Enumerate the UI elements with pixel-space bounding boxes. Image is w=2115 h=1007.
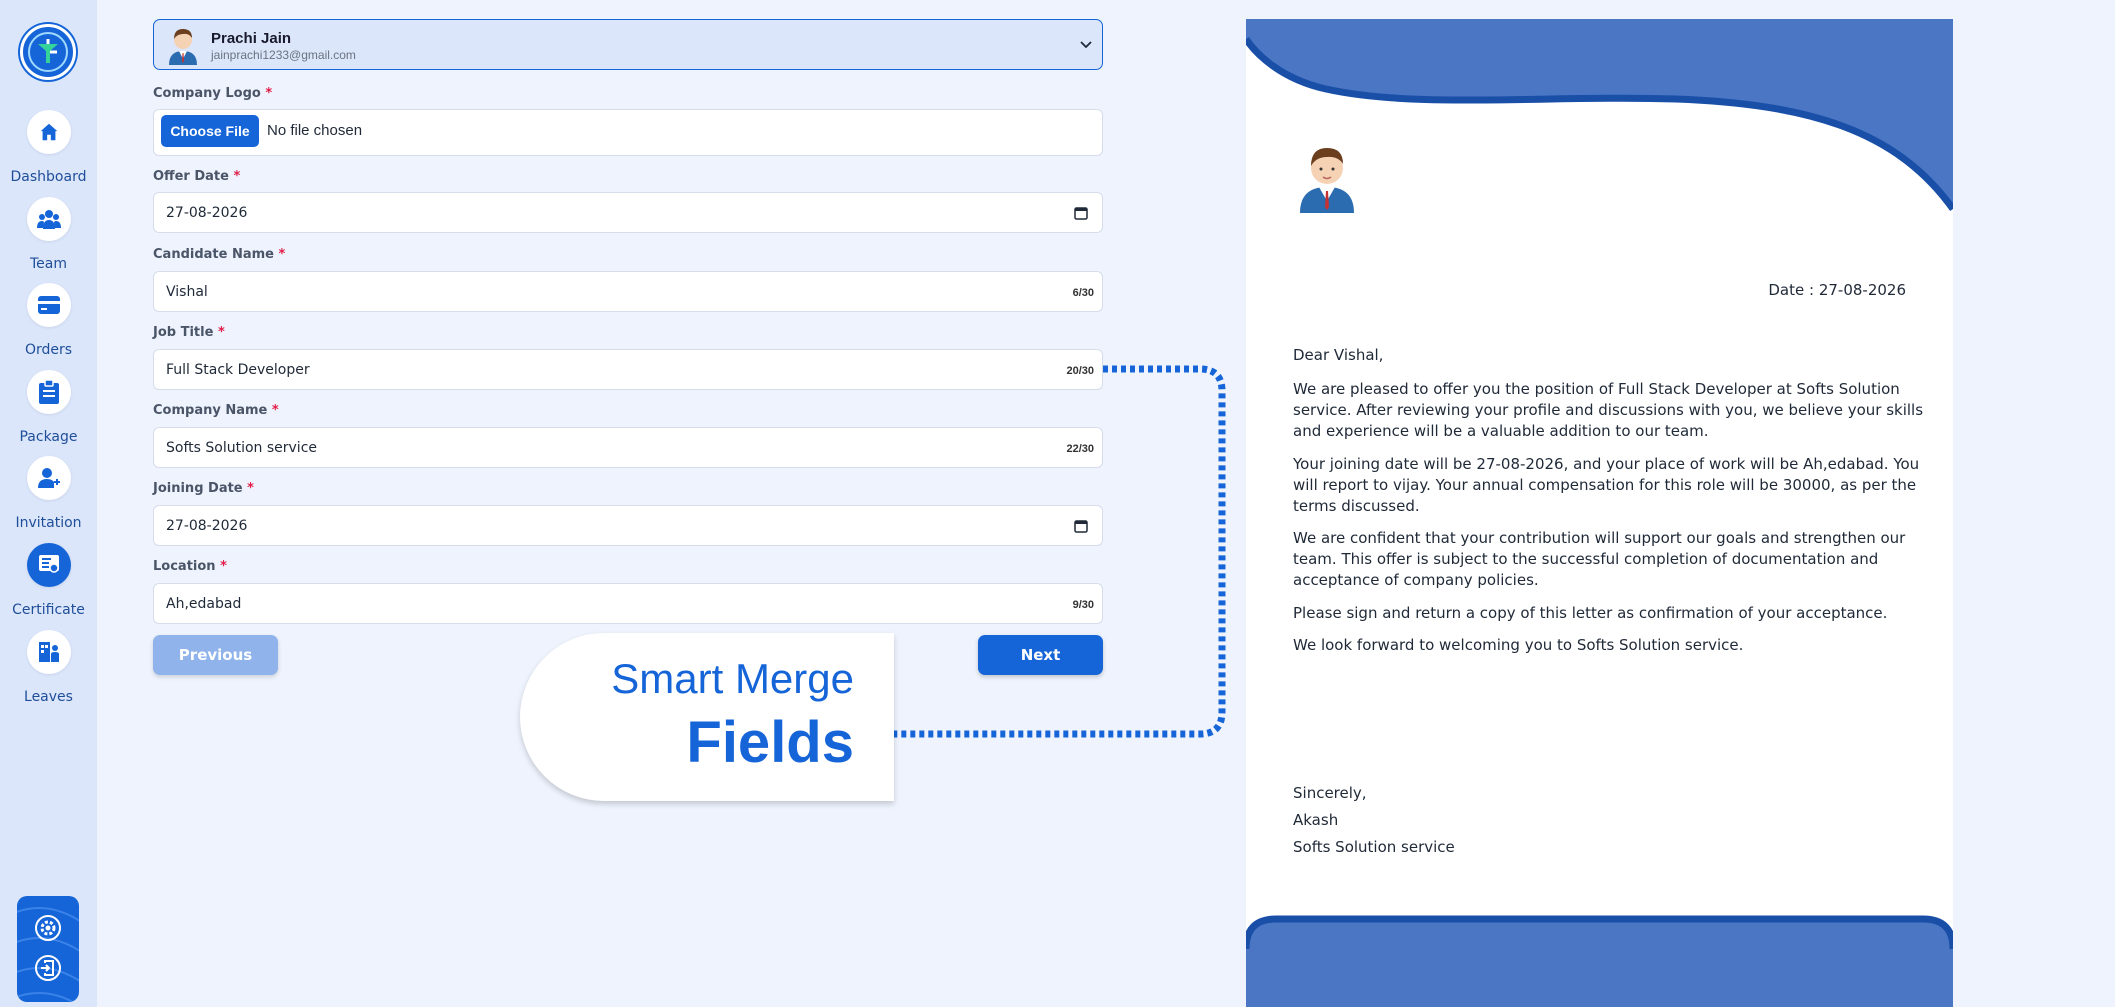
offer-date-input[interactable]: 27-08-2026 [153, 192, 1103, 233]
sidebar-item-team[interactable]: Team [0, 197, 97, 272]
location-input[interactable]: Ah,edabad 9/30 [153, 583, 1103, 624]
offer-date-value: 27-08-2026 [166, 205, 248, 221]
location-value: Ah,edabad [166, 596, 242, 612]
letter-company: Softs Solution service [1293, 838, 1455, 856]
candidate-name-value: Vishal [166, 284, 208, 300]
user-name: Prachi Jain [211, 30, 292, 47]
previous-button[interactable]: Previous [153, 635, 278, 675]
company-name-value: Softs Solution service [166, 440, 317, 456]
sidebar-item-label: Team [29, 256, 67, 272]
sidebar-footer [17, 896, 79, 1002]
char-counter: 9/30 [1072, 599, 1094, 611]
joining-date-label: Joining Date * [153, 481, 254, 496]
job-title-label: Job Title * [153, 325, 225, 340]
letter-text-line: service. After reviewing your profile an… [1293, 401, 1924, 419]
company-logo-label: Company Logo * [153, 86, 273, 101]
joining-date-value: 27-08-2026 [166, 518, 248, 534]
smart-merge-callout: Smart Merge Fields [520, 633, 894, 801]
sidebar-item-invitation[interactable]: Invitation [0, 456, 97, 531]
sidebar-item-label: Dashboard [10, 169, 87, 185]
letter-text-line: We are pleased to offer you the position… [1293, 380, 1900, 398]
sidebar-item-orders[interactable]: Orders [0, 283, 97, 358]
sidebar-item-package[interactable]: Package [0, 370, 97, 445]
job-title-value: Full Stack Developer [166, 362, 310, 378]
user-email: jainprachi1233@gmail.com [211, 48, 356, 62]
leaves-icon [26, 630, 71, 674]
job-title-input[interactable]: Full Stack Developer 20/30 [153, 349, 1103, 390]
char-counter: 22/30 [1066, 443, 1094, 455]
letter-date: Date : 27-08-2026 [1768, 281, 1906, 299]
home-icon [26, 110, 71, 154]
choose-file-button[interactable]: Choose File [161, 115, 259, 147]
company-name-input[interactable]: Softs Solution service 22/30 [153, 427, 1103, 468]
logout-icon[interactable] [32, 952, 64, 984]
letter-text-line: acceptance of company policies. [1293, 571, 1539, 589]
company-name-label: Company Name * [153, 403, 279, 418]
letter-text-line: and experience will be a valuable additi… [1293, 422, 1709, 440]
team-icon [26, 197, 71, 241]
add-user-icon [26, 456, 71, 500]
file-status: No file chosen [267, 122, 363, 139]
letter-text-line: We are confident that your contribution … [1293, 529, 1906, 547]
letter-text-line: terms discussed. [1293, 497, 1420, 515]
letter-text-line: Your joining date will be 27-08-2026, an… [1293, 455, 1920, 473]
clock-logo-icon[interactable] [20, 24, 76, 80]
letter-closing: Sincerely, [1293, 784, 1367, 802]
candidate-name-input[interactable]: Vishal 6/30 [153, 271, 1103, 312]
sidebar-item-label: Invitation [15, 515, 82, 531]
location-label: Location * [153, 559, 227, 574]
letter-text-line: We look forward to welcoming you to Soft… [1293, 636, 1744, 654]
sidebar-item-label: Leaves [24, 689, 73, 705]
letter-greeting: Dear Vishal, [1293, 346, 1384, 364]
callout-line2: Fields [686, 710, 854, 775]
company-logo-avatar [1300, 148, 1354, 213]
user-select[interactable]: Prachi Jain jainprachi1233@gmail.com [153, 19, 1103, 70]
offer-letter-preview: Date : 27-08-2026 Dear Vishal, We are pl… [1246, 19, 1953, 1007]
sidebar-item-label: Package [19, 429, 78, 445]
chevron-down-icon [1080, 41, 1092, 49]
card-icon [26, 283, 71, 327]
letter-signer: Akash [1293, 811, 1339, 829]
sidebar-item-leaves[interactable]: Leaves [0, 630, 97, 705]
letter-text-line: Please sign and return a copy of this le… [1293, 604, 1888, 622]
letter-text-line: will report to vijay. Your annual compen… [1293, 476, 1917, 494]
candidate-name-label: Candidate Name * [153, 247, 286, 262]
char-counter: 20/30 [1066, 365, 1094, 377]
calendar-icon[interactable] [1074, 519, 1088, 533]
settings-icon[interactable] [32, 912, 64, 944]
callout-line1: Smart Merge [611, 655, 854, 702]
sidebar-item-certificate[interactable]: Certificate [0, 543, 97, 618]
offer-date-label: Offer Date * [153, 169, 241, 184]
company-logo-file-input[interactable]: Choose File No file chosen [153, 109, 1103, 156]
sidebar-item-label: Certificate [12, 602, 85, 618]
sidebar-item-dashboard[interactable]: Dashboard [0, 110, 97, 185]
char-counter: 6/30 [1072, 287, 1094, 299]
avatar [169, 29, 197, 65]
certificate-icon [26, 543, 71, 587]
sidebar-item-label: Orders [24, 342, 73, 358]
next-button[interactable]: Next [978, 635, 1103, 675]
joining-date-input[interactable]: 27-08-2026 [153, 505, 1103, 546]
clipboard-icon [26, 370, 71, 414]
calendar-icon[interactable] [1074, 206, 1088, 220]
sidebar: Dashboard Team Orders Package Invitation… [0, 0, 97, 1007]
letter-text-line: team. This offer is subject to the succe… [1293, 550, 1879, 568]
